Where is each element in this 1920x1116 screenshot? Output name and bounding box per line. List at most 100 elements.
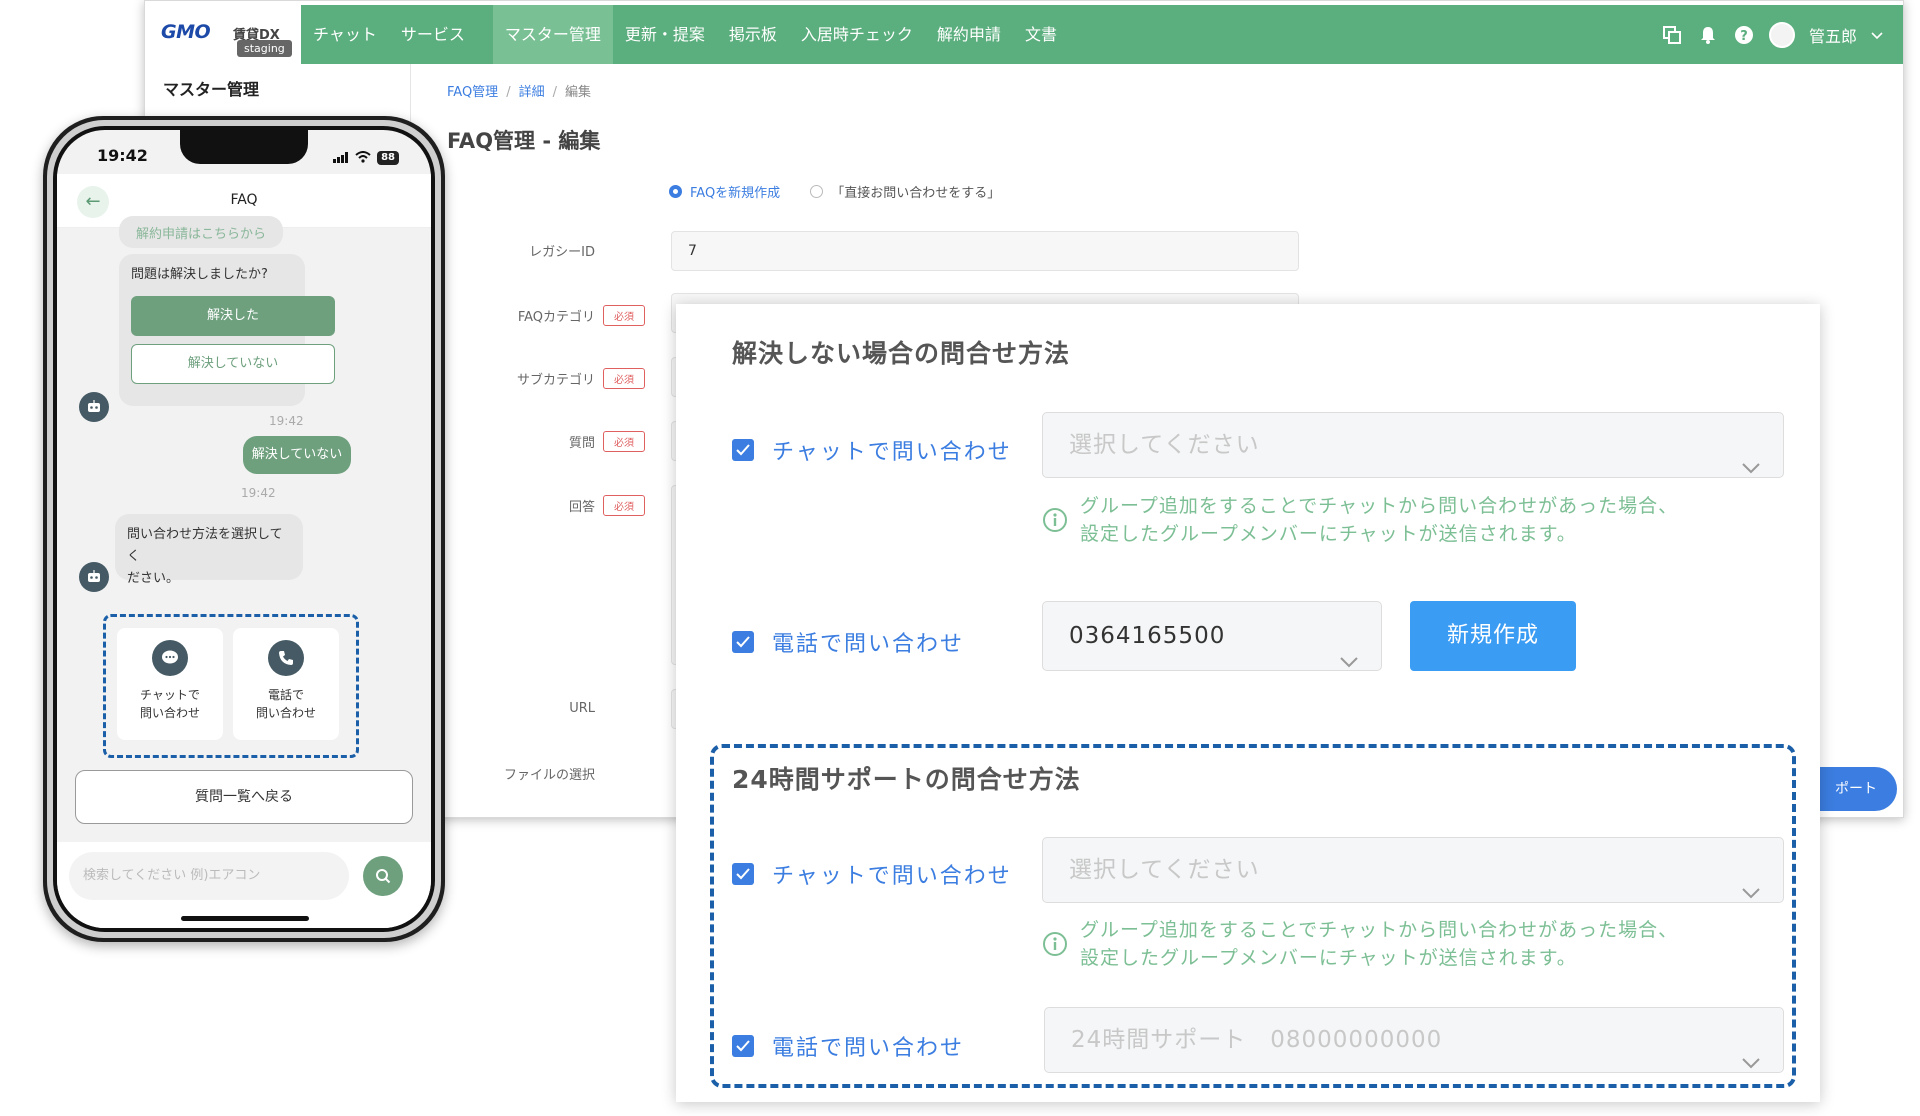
chat-bubble-icon — [152, 640, 188, 676]
support-chat-group-select[interactable]: 選択してください — [1042, 837, 1784, 903]
phone-mockup: 19:42 88 ← FAQ 解約申請はこちらから 問題は解決しましたか? 解決… — [43, 116, 445, 942]
file-row: ファイルの選択 — [465, 764, 595, 783]
legacy-id-row: レガシーID — [465, 241, 595, 260]
status-icons: 88 — [333, 148, 399, 167]
url-row: URL — [465, 701, 595, 716]
resolved-question-bubble: 問題は解決しましたか? 解決した 解決していない — [119, 254, 335, 406]
sidebar-title: マスター管理 — [163, 80, 260, 99]
user-name[interactable]: 管五郎 — [1809, 23, 1857, 47]
new-phone-button[interactable]: 新規作成 — [1410, 601, 1576, 671]
gmo-logo: GMO — [161, 21, 211, 43]
category-row: FAQカテゴリ 必須 — [465, 305, 645, 326]
breadcrumb-edit: 編集 — [564, 85, 591, 100]
nav-master[interactable]: マスター管理 — [492, 5, 613, 64]
top-navigation-bar: GMO 賃貸DX staging チャット サービス マスター管理 更新・提案 … — [145, 5, 1903, 64]
phone-inquiry-option[interactable]: 電話で 問い合わせ — [233, 628, 339, 740]
section-24h-title: 24時間サポートの問合せ方法 — [732, 765, 1081, 794]
unresolved-chat-info: グループ追加をすることでチャットから問い合わせがあった場合、 設定したグループメン… — [1042, 492, 1678, 548]
unresolved-phone-row: 電話で問い合わせ — [732, 626, 964, 658]
breadcrumb-detail[interactable]: 詳細 — [519, 85, 545, 100]
radio-new-faq[interactable]: FAQを新規作成 — [669, 182, 780, 201]
wifi-icon — [355, 148, 371, 167]
nav-movein-check[interactable]: 入居時チェック — [789, 5, 925, 64]
main-nav: チャット サービス マスター管理 更新・提案 掲示板 入居時チェック 解約申請 … — [301, 5, 1069, 64]
resolved-button[interactable]: 解決した — [131, 296, 335, 336]
unresolved-button[interactable]: 解決していない — [131, 344, 335, 384]
timestamp: 19:42 — [269, 414, 304, 428]
chevron-down-icon — [1741, 860, 1761, 924]
unresolved-chat-label: チャットで問い合わせ — [772, 440, 1012, 465]
chevron-down-icon[interactable] — [1871, 25, 1883, 44]
section-unresolved-title: 解決しない場合の問合せ方法 — [732, 339, 1071, 368]
help-icon[interactable]: ? — [1733, 24, 1755, 46]
support-phone-checkbox[interactable] — [732, 1035, 754, 1057]
unresolved-chat-group-select[interactable]: 選択してください — [1042, 412, 1784, 478]
phone-icon — [268, 640, 304, 676]
subcategory-row: サブカテゴリ 必須 — [465, 368, 645, 389]
faq-type-radio-group: FAQを新規作成 「直接お問い合わせをする」 — [669, 182, 1000, 201]
breadcrumb-faq[interactable]: FAQ管理 — [447, 85, 498, 100]
info-icon — [1042, 492, 1068, 541]
unresolved-chat-row: チャットで問い合わせ — [732, 434, 1012, 466]
svg-text:?: ? — [1740, 29, 1748, 44]
bot-select-method-bubble: 問い合わせ方法を選択してく ださい。 — [115, 514, 303, 586]
question-row: 質問 必須 — [465, 431, 645, 452]
search-input[interactable]: 検索してください 例)エアコン — [69, 852, 349, 900]
unresolved-phone-label: 電話で問い合わせ — [772, 632, 965, 657]
inquiry-settings-zoom: 解決しない場合の問合せ方法 チャットで問い合わせ 選択してください グループ追加… — [676, 304, 1820, 1102]
windows-icon[interactable] — [1661, 24, 1683, 46]
search-icon[interactable] — [363, 856, 403, 896]
nav-documents[interactable]: 文書 — [1013, 5, 1069, 64]
nav-chat[interactable]: チャット — [301, 5, 389, 64]
answer-row: 回答 必須 — [465, 495, 645, 516]
unresolved-chat-checkbox[interactable] — [732, 439, 754, 461]
user-avatar[interactable] — [1768, 21, 1795, 48]
answer-label: 回答 — [568, 500, 595, 515]
legacy-id-input[interactable]: 7 — [671, 231, 1299, 271]
unresolved-phone-checkbox[interactable] — [732, 631, 754, 653]
logo-area[interactable]: GMO 賃貸DX staging — [145, 5, 301, 64]
unresolved-phone-select[interactable]: 0364165500 — [1042, 601, 1382, 671]
chevron-down-icon — [1741, 435, 1761, 499]
required-badge: 必須 — [603, 431, 645, 452]
timestamp: 19:42 — [241, 486, 276, 500]
phone-screen: 19:42 88 ← FAQ 解約申請はこちらから 問題は解決しましたか? 解決… — [57, 130, 431, 928]
cancellation-link-bubble[interactable]: 解約申請はこちらから — [119, 216, 283, 248]
radio-direct-inquiry[interactable]: 「直接お問い合わせをする」 — [810, 182, 1000, 201]
page-title: FAQ管理 - 編集 — [447, 129, 601, 153]
support-phone-select[interactable]: 24時間サポート 08000000000 — [1044, 1007, 1784, 1073]
required-badge: 必須 — [603, 305, 645, 326]
battery-icon: 88 — [377, 150, 399, 165]
nav-service[interactable]: サービス — [389, 5, 477, 64]
info-icon — [1042, 916, 1068, 965]
support-chat-info: グループ追加をすることでチャットから問い合わせがあった場合、 設定したグループメン… — [1042, 916, 1678, 972]
home-indicator — [181, 916, 309, 921]
breadcrumb: FAQ管理 / 詳細 / 編集 — [447, 85, 591, 100]
question-label: 質問 — [568, 436, 595, 451]
url-label: URL — [569, 701, 595, 716]
staging-badge: staging — [237, 40, 292, 57]
chat-inquiry-option[interactable]: チャットで 問い合わせ — [117, 628, 223, 740]
required-badge: 必須 — [603, 368, 645, 389]
support-chat-checkbox[interactable] — [732, 863, 754, 885]
my-message-bubble: 解決していない — [243, 436, 351, 474]
nav-cancellation[interactable]: 解約申請 — [925, 5, 1013, 64]
nav-renewal[interactable]: 更新・提案 — [613, 5, 717, 64]
bell-icon[interactable] — [1697, 24, 1719, 46]
signal-icon — [333, 148, 349, 167]
legacy-id-label: レガシーID — [529, 245, 595, 260]
support-phone-row: 電話で問い合わせ — [732, 1030, 964, 1062]
chat-title: FAQ — [230, 192, 258, 208]
bot-avatar-icon — [79, 392, 109, 422]
support-chat-row: チャットで問い合わせ — [732, 858, 1012, 890]
status-time: 19:42 — [97, 146, 148, 165]
back-to-question-list-button[interactable]: 質問一覧へ戻る — [75, 770, 413, 824]
chevron-down-icon — [1339, 627, 1359, 695]
support-chat-label: チャットで問い合わせ — [772, 864, 1012, 889]
file-label: ファイルの選択 — [503, 768, 595, 783]
header-actions: ? 管五郎 — [1661, 5, 1883, 64]
category-label: FAQカテゴリ — [517, 310, 595, 325]
subcategory-label: サブカテゴリ — [516, 373, 595, 388]
nav-board[interactable]: 掲示板 — [717, 5, 789, 64]
support-phone-label: 電話で問い合わせ — [772, 1036, 965, 1061]
